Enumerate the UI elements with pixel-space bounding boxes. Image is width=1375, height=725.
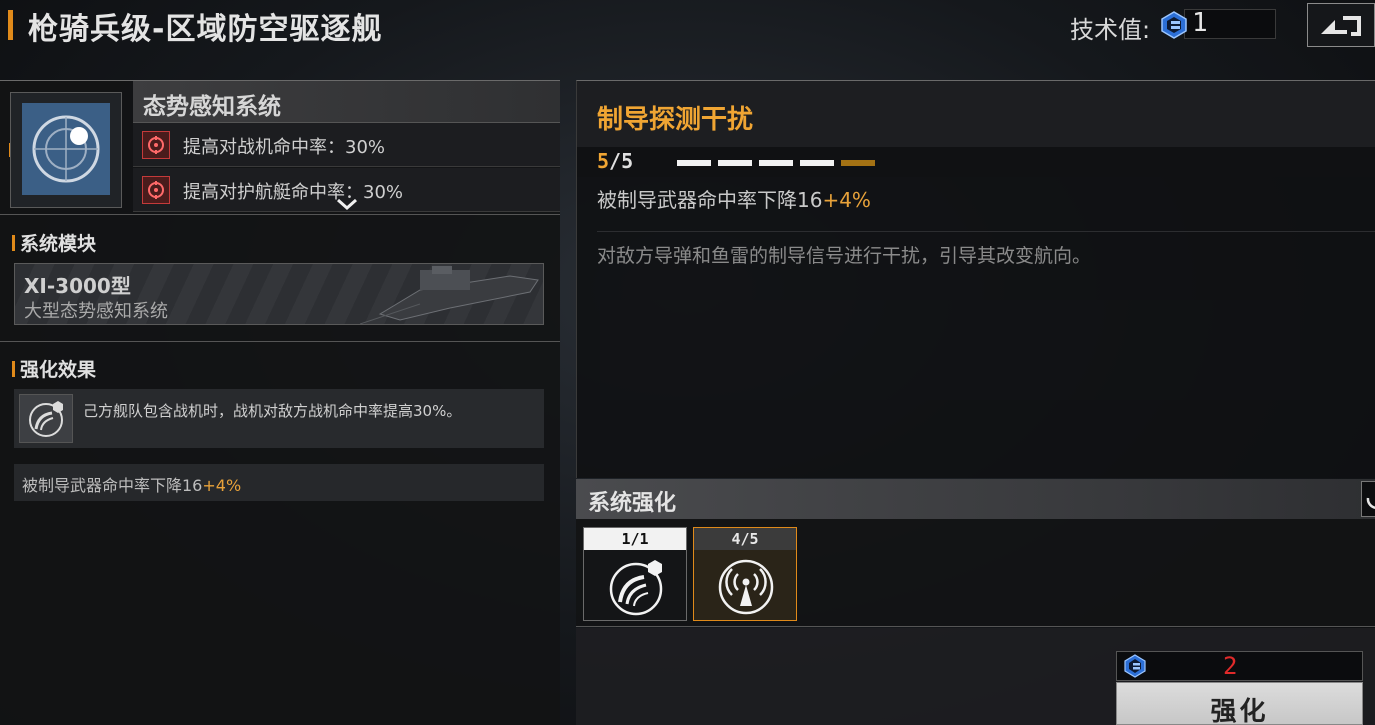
page-title: 枪骑兵级-区域防空驱逐舰 bbox=[28, 12, 383, 47]
upgrade-card[interactable]: 1/1 bbox=[583, 527, 687, 621]
upgrade-section-title: 系统强化 bbox=[588, 491, 677, 516]
section-divider bbox=[0, 341, 560, 342]
title-bar: 枪骑兵级-区域防空驱逐舰 技术值: 1 bbox=[0, 0, 1375, 60]
effect-card: 己方舰队包含战机时，战机对敌方战机命中率提高30%。 bbox=[14, 389, 544, 448]
tech-value-label: 技术值: bbox=[1070, 16, 1151, 44]
system-icon-frame[interactable] bbox=[10, 92, 122, 208]
system-icon-tile bbox=[22, 103, 110, 195]
upgrade-count: 1/1 bbox=[584, 528, 686, 550]
upgrade-title: 制导探测干扰 bbox=[597, 105, 754, 135]
back-button[interactable] bbox=[1307, 3, 1375, 47]
target-bonus-icon bbox=[142, 176, 170, 204]
cost-display: 2 bbox=[1116, 651, 1363, 681]
level-current: 5 bbox=[597, 149, 610, 173]
enhance-button[interactable]: 强化 bbox=[1116, 682, 1363, 725]
system-name-bar: 态势感知系统 bbox=[133, 81, 560, 123]
effect-stat-bonus: +4% bbox=[202, 476, 242, 495]
detail-stat-bonus: +4% bbox=[822, 188, 871, 212]
radar-dish-icon bbox=[609, 560, 663, 616]
effect-stat-base: 被制导武器命中率下降16 bbox=[22, 476, 203, 495]
radar-dish-icon bbox=[19, 394, 73, 443]
refresh-icon bbox=[1366, 497, 1375, 509]
level-pip bbox=[841, 160, 875, 166]
bonus-text: 提高对护航艇命中率：30% bbox=[183, 182, 404, 203]
module-section-heading: 系统模块 bbox=[12, 229, 96, 256]
upgrade-card-selected[interactable]: 4/5 bbox=[693, 527, 797, 621]
upgrade-section-header: 系统强化 bbox=[576, 479, 1375, 519]
target-bonus-icon bbox=[142, 131, 170, 159]
level-text: 5/5 bbox=[597, 149, 633, 173]
level-pip bbox=[718, 160, 752, 166]
detail-description: 对敌方导弹和鱼雷的制导信号进行干扰，引导其改变航向。 bbox=[597, 245, 1092, 267]
crosshair-sensor-icon bbox=[32, 115, 100, 183]
upgrade-detail-panel: 制导探测干扰 5/5 被制导武器命中率下降16+4% 对敌方导弹和鱼雷的制导信号… bbox=[576, 80, 1375, 478]
tech-point-icon bbox=[1124, 654, 1146, 678]
upgrade-list: 1/1 4/5 bbox=[576, 519, 1375, 627]
module-subtitle: 大型态势感知系统 bbox=[24, 301, 168, 322]
enhance-button-label: 强化 bbox=[1210, 697, 1269, 725]
signal-tower-icon bbox=[718, 559, 774, 615]
detail-header: 制导探测干扰 bbox=[577, 81, 1375, 147]
refresh-button[interactable] bbox=[1361, 481, 1375, 517]
bonus-text: 提高对战机命中率：30% bbox=[183, 137, 386, 158]
bonus-row: 提高对战机命中率：30% bbox=[133, 123, 560, 167]
upgrade-count: 4/5 bbox=[694, 528, 796, 550]
detail-stat: 被制导武器命中率下降16+4% bbox=[597, 184, 871, 213]
detail-stat-base: 被制导武器命中率下降16 bbox=[597, 188, 823, 212]
back-arrow-icon bbox=[1321, 16, 1361, 36]
section-divider bbox=[0, 214, 560, 215]
ship-model-image bbox=[360, 266, 539, 324]
effect-description: 己方舰队包含战机时，战机对敌方战机命中率提高30%。 bbox=[83, 402, 462, 420]
system-info-panel: 态势感知系统 提高对战机命中率：30% 提高对护航艇命中率：30% 系统模块 X… bbox=[0, 80, 560, 725]
effect-stat: 被制导武器命中率下降16+4% bbox=[22, 472, 241, 496]
level-pip bbox=[759, 160, 793, 166]
effect-stat-bar: 被制导武器命中率下降16+4% bbox=[14, 464, 544, 501]
module-name: XI-3000型 bbox=[24, 274, 131, 298]
module-card[interactable]: XI-3000型 大型态势感知系统 bbox=[14, 263, 544, 325]
level-pip bbox=[677, 160, 711, 166]
level-total: /5 bbox=[609, 149, 634, 173]
title-accent-mark bbox=[8, 10, 13, 40]
effect-section-heading: 强化效果 bbox=[12, 355, 96, 382]
level-row: 5/5 bbox=[577, 147, 1375, 177]
system-name: 态势感知系统 bbox=[143, 94, 281, 120]
detail-divider bbox=[597, 231, 1375, 232]
cost-value: 2 bbox=[1223, 652, 1238, 680]
level-pip bbox=[800, 160, 834, 166]
chevron-down-icon[interactable] bbox=[335, 197, 359, 211]
tech-value: 1 bbox=[1192, 8, 1208, 38]
tech-point-icon bbox=[1161, 11, 1187, 39]
